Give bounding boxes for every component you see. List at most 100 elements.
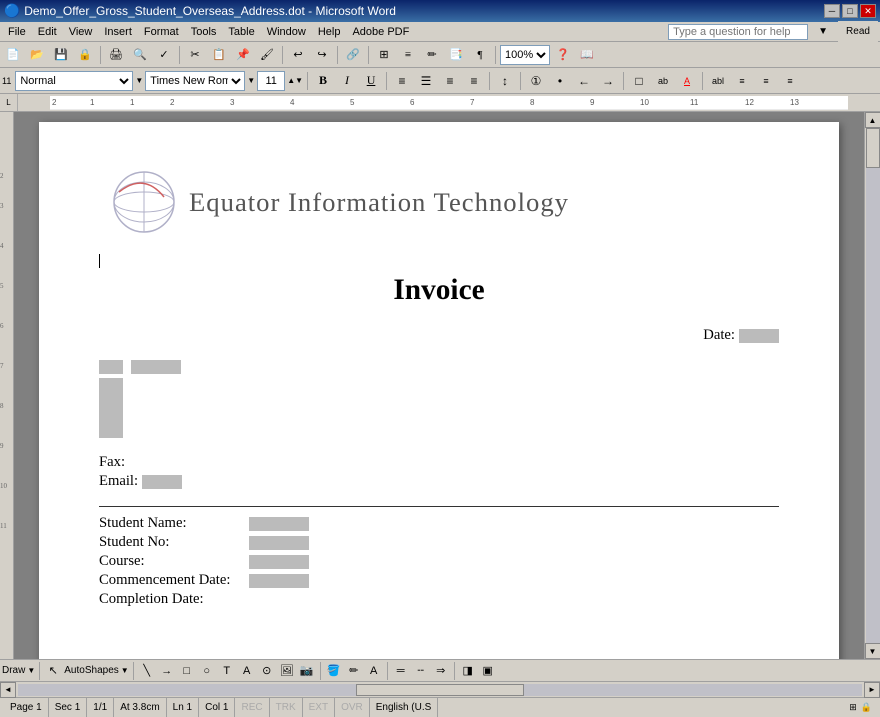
minimize-button[interactable]: ─ bbox=[824, 4, 840, 18]
table-button[interactable]: ⊞ bbox=[373, 44, 395, 66]
document-area[interactable]: Equator Information Technology Invoice D… bbox=[14, 112, 864, 659]
autoshapes-label[interactable]: AutoShapes bbox=[64, 665, 119, 676]
highlight-button[interactable]: ab bbox=[652, 70, 674, 92]
line-tool[interactable]: ╲ bbox=[138, 662, 156, 680]
menu-tools[interactable]: Tools bbox=[185, 24, 223, 40]
linestyle-tool[interactable]: ═ bbox=[392, 662, 410, 680]
border-button[interactable]: □ bbox=[628, 70, 650, 92]
redo-button[interactable]: ↪ bbox=[311, 44, 333, 66]
fillcolor-tool[interactable]: 🪣 bbox=[325, 662, 343, 680]
dashstyle-tool[interactable]: ╌ bbox=[412, 662, 430, 680]
print-button[interactable]: 🖨 bbox=[105, 44, 127, 66]
copy-button[interactable]: 📋 bbox=[208, 44, 230, 66]
drawing-button[interactable]: ✏ bbox=[421, 44, 443, 66]
open-button[interactable]: 📂 bbox=[26, 44, 48, 66]
new-button[interactable]: 📄 bbox=[2, 44, 24, 66]
scroll-track[interactable] bbox=[866, 128, 880, 643]
text-cursor bbox=[99, 254, 100, 268]
maximize-button[interactable]: □ bbox=[842, 4, 858, 18]
decrease-indent-button[interactable]: ← bbox=[573, 70, 595, 92]
bold-button[interactable]: B bbox=[312, 70, 334, 92]
menu-view[interactable]: View bbox=[63, 24, 99, 40]
numbering-button[interactable]: ① bbox=[525, 70, 547, 92]
cursor-line[interactable] bbox=[99, 252, 779, 270]
arrowstyle-tool[interactable]: ⇒ bbox=[432, 662, 450, 680]
columns-button[interactable]: ≡ bbox=[397, 44, 419, 66]
fontcolor-tool[interactable]: A bbox=[365, 662, 383, 680]
menu-format[interactable]: Format bbox=[138, 24, 185, 40]
3d-tool[interactable]: ▣ bbox=[479, 662, 497, 680]
menu-adobepdf[interactable]: Adobe PDF bbox=[346, 24, 415, 40]
extra1-button[interactable]: abl bbox=[707, 70, 729, 92]
style-select[interactable]: Normal bbox=[15, 71, 133, 91]
date-value-box[interactable] bbox=[739, 329, 779, 343]
scroll-left-button[interactable]: ◄ bbox=[0, 682, 16, 698]
menu-insert[interactable]: Insert bbox=[98, 24, 138, 40]
clipart-tool[interactable]: 🖼 bbox=[278, 662, 296, 680]
zoom-select[interactable]: 100% bbox=[500, 45, 550, 65]
layout-icon[interactable]: ⊞ bbox=[849, 702, 857, 713]
hscroll-thumb[interactable] bbox=[356, 684, 525, 696]
hyperlink-button[interactable]: 🔗 bbox=[342, 44, 364, 66]
image-tool[interactable]: 📷 bbox=[298, 662, 316, 680]
help-arrow[interactable]: ▼ bbox=[812, 24, 834, 39]
bullets-button[interactable]: • bbox=[549, 70, 571, 92]
shadow-tool[interactable]: ◨ bbox=[459, 662, 477, 680]
formatpainter-button[interactable]: 🖌 bbox=[256, 44, 278, 66]
save-button[interactable]: 💾 bbox=[50, 44, 72, 66]
close-button[interactable]: ✕ bbox=[860, 4, 876, 18]
printpreview-button[interactable]: 🔍 bbox=[129, 44, 151, 66]
align-right-button[interactable]: ≡ bbox=[439, 70, 461, 92]
extra2-button[interactable]: ≡ bbox=[731, 70, 753, 92]
linecolor-tool[interactable]: ✏ bbox=[345, 662, 363, 680]
extra4-button[interactable]: ≡ bbox=[779, 70, 801, 92]
help-icon-btn[interactable]: ❓ bbox=[552, 44, 574, 66]
readonly-icon[interactable]: 🔒 bbox=[861, 702, 872, 713]
document-page[interactable]: Equator Information Technology Invoice D… bbox=[39, 122, 839, 659]
scroll-thumb[interactable] bbox=[866, 128, 880, 168]
cut-button[interactable]: ✂ bbox=[184, 44, 206, 66]
menu-window[interactable]: Window bbox=[261, 24, 312, 40]
invoice-title[interactable]: Invoice bbox=[99, 274, 779, 307]
menu-table[interactable]: Table bbox=[222, 24, 260, 40]
showformatting-button[interactable]: ¶ bbox=[469, 44, 491, 66]
textbox-tool[interactable]: T bbox=[218, 662, 236, 680]
spellingcheck-button[interactable]: ✓ bbox=[153, 44, 175, 66]
wordart-tool[interactable]: A bbox=[238, 662, 256, 680]
fontcolor-button[interactable]: A bbox=[676, 70, 698, 92]
italic-button[interactable]: I bbox=[336, 70, 358, 92]
scroll-right-button[interactable]: ► bbox=[864, 682, 880, 698]
permission-button[interactable]: 🔒 bbox=[74, 44, 96, 66]
draw-label[interactable]: Draw bbox=[2, 665, 25, 676]
extra3-button[interactable]: ≡ bbox=[755, 70, 777, 92]
menu-edit[interactable]: Edit bbox=[32, 24, 63, 40]
scrollbar-horizontal: ◄ ► bbox=[0, 681, 880, 697]
diagram-tool[interactable]: ⊙ bbox=[258, 662, 276, 680]
read-mode-btn[interactable]: 📖 bbox=[576, 44, 598, 66]
font-size-input[interactable] bbox=[257, 71, 285, 91]
arrow-tool[interactable]: → bbox=[158, 662, 176, 680]
font-select[interactable]: Times New Roman bbox=[145, 71, 245, 91]
help-search-input[interactable] bbox=[668, 24, 808, 40]
align-left-button[interactable]: ≡ bbox=[391, 70, 413, 92]
increase-indent-button[interactable]: → bbox=[597, 70, 619, 92]
linespacing-button[interactable]: ↕ bbox=[494, 70, 516, 92]
scrollbar-vertical[interactable]: ▲ ▼ bbox=[864, 112, 880, 659]
scroll-down-button[interactable]: ▼ bbox=[865, 643, 880, 659]
menu-file[interactable]: File bbox=[2, 24, 32, 40]
justify-button[interactable]: ≡ bbox=[463, 70, 485, 92]
oval-tool[interactable]: ○ bbox=[198, 662, 216, 680]
read-button[interactable]: Read bbox=[838, 21, 878, 43]
paste-button[interactable]: 📌 bbox=[232, 44, 254, 66]
style-label: 11 bbox=[2, 76, 11, 86]
underline-button[interactable]: U bbox=[360, 70, 382, 92]
rect-tool[interactable]: □ bbox=[178, 662, 196, 680]
scroll-up-button[interactable]: ▲ bbox=[865, 112, 880, 128]
select-tool[interactable]: ↖ bbox=[44, 662, 62, 680]
align-center-button[interactable]: ☰ bbox=[415, 70, 437, 92]
menu-help[interactable]: Help bbox=[312, 24, 347, 40]
hscroll-track[interactable] bbox=[18, 684, 862, 696]
undo-button[interactable]: ↩ bbox=[287, 44, 309, 66]
docmap-button[interactable]: 📑 bbox=[445, 44, 467, 66]
drawtb-sep4 bbox=[387, 662, 388, 680]
